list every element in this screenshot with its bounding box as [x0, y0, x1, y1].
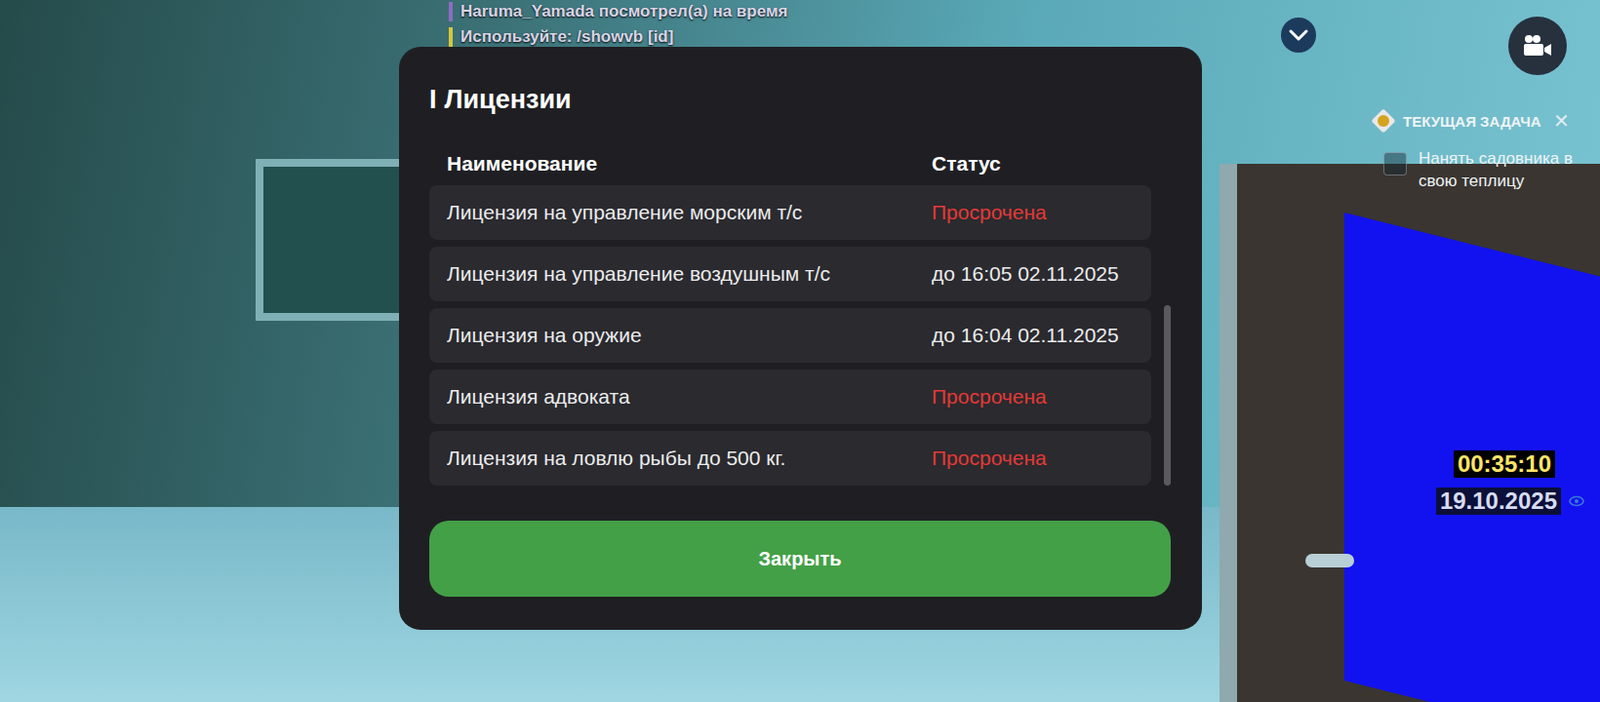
license-row: Лицензия на оружиедо 16:04 02.11.2025	[429, 308, 1152, 363]
task-item[interactable]: Нанять садовника в свою теплицу	[1369, 148, 1595, 194]
clock: 00:35:10 19.10.2025	[1402, 450, 1585, 516]
title-mark: I	[429, 83, 438, 116]
door	[1219, 163, 1600, 702]
license-name: Лицензия на ловлю рыбы до 500 кг.	[446, 446, 932, 471]
task-checkbox[interactable]	[1383, 152, 1407, 176]
task-text: Нанять садовника в свою теплицу	[1418, 148, 1585, 194]
table-body: Лицензия на управление морским т/сПросро…	[429, 185, 1171, 486]
license-row: Лицензия на ловлю рыбы до 500 кг.Просроч…	[429, 431, 1152, 486]
task-diamond-icon	[1369, 107, 1398, 135]
chat-line: Haruma_Yamada посмотрел(а) на время	[448, 1, 788, 22]
column-header: Наименование	[446, 152, 932, 176]
licenses-dialog: IЛицензии НаименованиеСтатус Лицензия на у…	[399, 46, 1202, 631]
chat-text: Haruma_Yamada посмотрел(а) на время	[460, 1, 788, 22]
chat: Haruma_Yamada посмотрел(а) на время Испол…	[448, 1, 788, 47]
task-close-button[interactable]: ✕	[1553, 109, 1570, 133]
current-task: ТЕКУЩАЯ ЗАДАЧА ✕ Нанять садовника в свою т…	[1369, 107, 1595, 194]
license-name: Лицензия на управление морским т/с	[446, 200, 932, 225]
camera-icon	[1521, 34, 1554, 58]
close-button[interactable]: Закрыть	[429, 520, 1171, 598]
license-status: до 16:05 02.11.2025	[931, 262, 1134, 286]
title-text: Лицензии	[444, 83, 572, 116]
license-name: Лицензия на управление воздушным т/с	[446, 262, 932, 286]
license-status: Просрочена	[931, 200, 1134, 225]
chat-line: Используйте: /showvb [id]	[448, 27, 788, 47]
license-status: до 16:04 02.11.2025	[931, 323, 1134, 348]
scrollbar-thumb[interactable]	[1163, 305, 1171, 486]
license-status: Просрочена	[931, 446, 1134, 471]
license-name: Лицензия адвоката	[446, 385, 932, 409]
license-row: Лицензия адвокатаПросрочена	[429, 369, 1152, 425]
chat-bar	[448, 27, 453, 47]
license-list: Лицензия на управление морским т/сПросро…	[429, 185, 1152, 486]
door-handle	[1305, 554, 1355, 568]
task-header: ТЕКУЩАЯ ЗАДАЧА ✕	[1369, 107, 1595, 135]
task-label: ТЕКУЩАЯ ЗАДАЧА	[1402, 113, 1542, 130]
chat-text: Используйте: /showvb [id]	[460, 27, 674, 47]
eye-icon	[1568, 495, 1585, 508]
dialog-title: IЛицензии	[429, 83, 1171, 116]
table-header: НаименованиеСтатус	[429, 152, 1152, 176]
game-screen: Haruma_Yamada посмотрел(а) на время Испол…	[0, 0, 1600, 702]
clock-time: 00:35:10	[1453, 450, 1556, 479]
clock-date: 19.10.2025	[1436, 487, 1561, 516]
camera-button[interactable]	[1508, 16, 1567, 76]
license-status: Просрочена	[931, 385, 1134, 409]
date-row: 19.10.2025	[1436, 487, 1585, 516]
license-row: Лицензия на управление морским т/сПросро…	[429, 185, 1152, 240]
chat-bar	[448, 1, 453, 22]
license-row: Лицензия на управление воздушным т/сдо 1…	[429, 246, 1152, 302]
collapse-button[interactable]	[1280, 17, 1317, 53]
license-name: Лицензия на оружие	[446, 323, 932, 348]
scrollbar[interactable]	[1163, 185, 1171, 486]
chevron-down-icon	[1287, 28, 1310, 42]
column-header: Статус	[931, 152, 1134, 176]
